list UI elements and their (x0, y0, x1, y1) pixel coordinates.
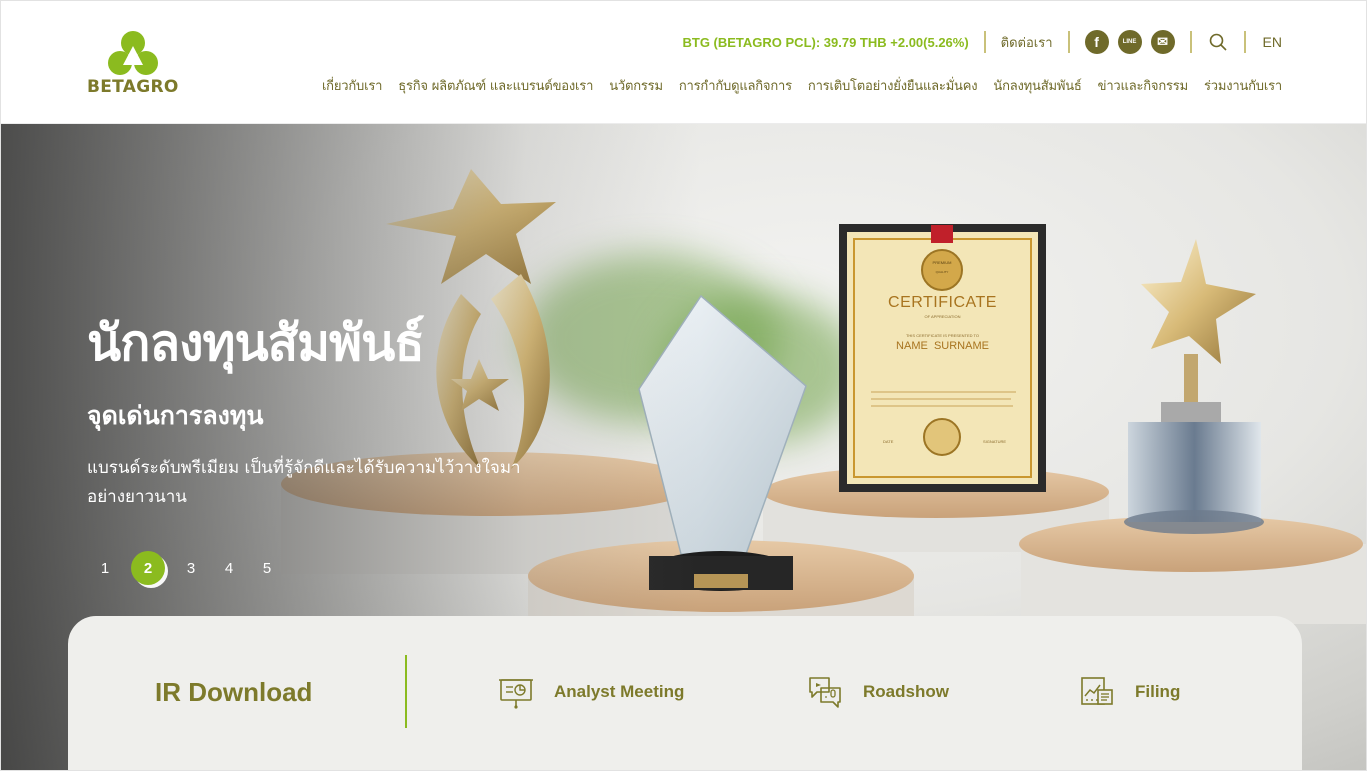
presentation-icon (499, 679, 533, 709)
nav-item-sustainability[interactable]: การเติบโตอย่างยั่งยืนและมั่นคง (808, 75, 978, 96)
site-header: BETAGRO BTG (BETAGRO PCL): 39.79 THB +2.… (1, 1, 1366, 124)
search-icon[interactable] (1207, 31, 1229, 53)
slide-page-1[interactable]: 1 (93, 551, 117, 585)
certificate-heading: CERTIFICATE (888, 294, 997, 311)
filing-label: Filing (1135, 682, 1181, 701)
slide-page-5[interactable]: 5 (255, 551, 279, 585)
nav-item-governance[interactable]: การกำกับดูแลกิจการ (679, 75, 792, 96)
slide-page-3[interactable]: 3 (179, 551, 203, 585)
certificate-badge-top: PREMIUM (932, 260, 952, 265)
certificate-badge-bottom: QUALITY (935, 270, 949, 274)
top-utility-bar: BTG (BETAGRO PCL): 39.79 THB +2.00(5.26%… (682, 29, 1282, 55)
logo-wordmark: BETAGRO (87, 77, 179, 97)
analyst-meeting-link[interactable]: Analyst Meeting (498, 674, 684, 710)
slider-pagination: 1 2 3 4 5 (93, 551, 279, 585)
roadshow-label: Roadshow (863, 682, 949, 701)
divider (1243, 31, 1246, 53)
divider (983, 31, 986, 53)
crystal-star-trophy (1124, 239, 1264, 534)
hero-subtitle: จุดเด่นการลงทุน (87, 401, 264, 430)
nav-item-innovation[interactable]: นวัตกรรม (609, 75, 663, 96)
stock-ticker: BTG (BETAGRO PCL): 39.79 THB +2.00(5.26%… (682, 34, 969, 50)
language-switch[interactable]: EN (1261, 34, 1282, 50)
nav-item-business[interactable]: ธุรกิจ ผลิตภัณฑ์ และแบรนด์ของเรา (398, 75, 593, 96)
main-nav: เกี่ยวกับเรา ธุรกิจ ผลิตภัณฑ์ และแบรนด์ข… (322, 75, 1282, 96)
nav-item-news[interactable]: ข่าวและกิจกรรม (1098, 75, 1189, 96)
chat-bubbles-icon (809, 677, 841, 708)
contact-link[interactable]: ติดต่อเรา (1001, 32, 1053, 53)
ir-download-title: IR Download (155, 677, 313, 707)
roadshow-link[interactable]: Roadshow (807, 674, 949, 710)
certificate-date: DATE (883, 439, 894, 444)
analyst-meeting-label: Analyst Meeting (554, 682, 685, 701)
line-icon[interactable]: LINE (1117, 30, 1142, 54)
filing-link[interactable]: Filing (1079, 674, 1180, 710)
email-icon[interactable]: ✉ (1150, 30, 1175, 54)
nav-item-investor-relations[interactable]: นักลงทุนสัมพันธ์ (993, 75, 1081, 96)
certificate-presented-text: THIS CERTIFICATE IS PRESENTED TO (905, 333, 980, 338)
document-chart-icon (1081, 677, 1113, 705)
slide-page-2-active[interactable]: 2 (131, 551, 165, 585)
clover-logo-icon (108, 31, 158, 75)
hero-description: แบรนด์ระดับพรีเมียม เป็นที่รู้จักดีและได… (87, 458, 521, 507)
certificate-text: CERTIFICATE OF APPRECIATION THIS CERTIFI… (847, 294, 1038, 352)
betagro-logo[interactable]: BETAGRO (87, 29, 182, 99)
certificate-subheading: OF APPRECIATION (924, 314, 961, 319)
slide-page-4[interactable]: 4 (217, 551, 241, 585)
ir-download-panel: IR Download Analyst Meeting Roadshow Fil… (68, 616, 1302, 770)
divider (1067, 31, 1070, 53)
certificate-signature: SIGNATURE (983, 439, 1007, 444)
nav-item-about[interactable]: เกี่ยวกับเรา (322, 75, 382, 96)
divider (405, 655, 407, 728)
hero-title: นักลงทุนสัมพันธ์ (87, 314, 425, 372)
certificate-name: NAME SURNAME (896, 340, 989, 352)
page: BETAGRO BTG (BETAGRO PCL): 39.79 THB +2.… (0, 0, 1367, 771)
social-links: f LINE ✉ (1084, 30, 1175, 54)
divider (1189, 31, 1192, 53)
nav-item-careers[interactable]: ร่วมงานกับเรา (1204, 75, 1282, 96)
facebook-icon[interactable]: f (1084, 30, 1109, 54)
